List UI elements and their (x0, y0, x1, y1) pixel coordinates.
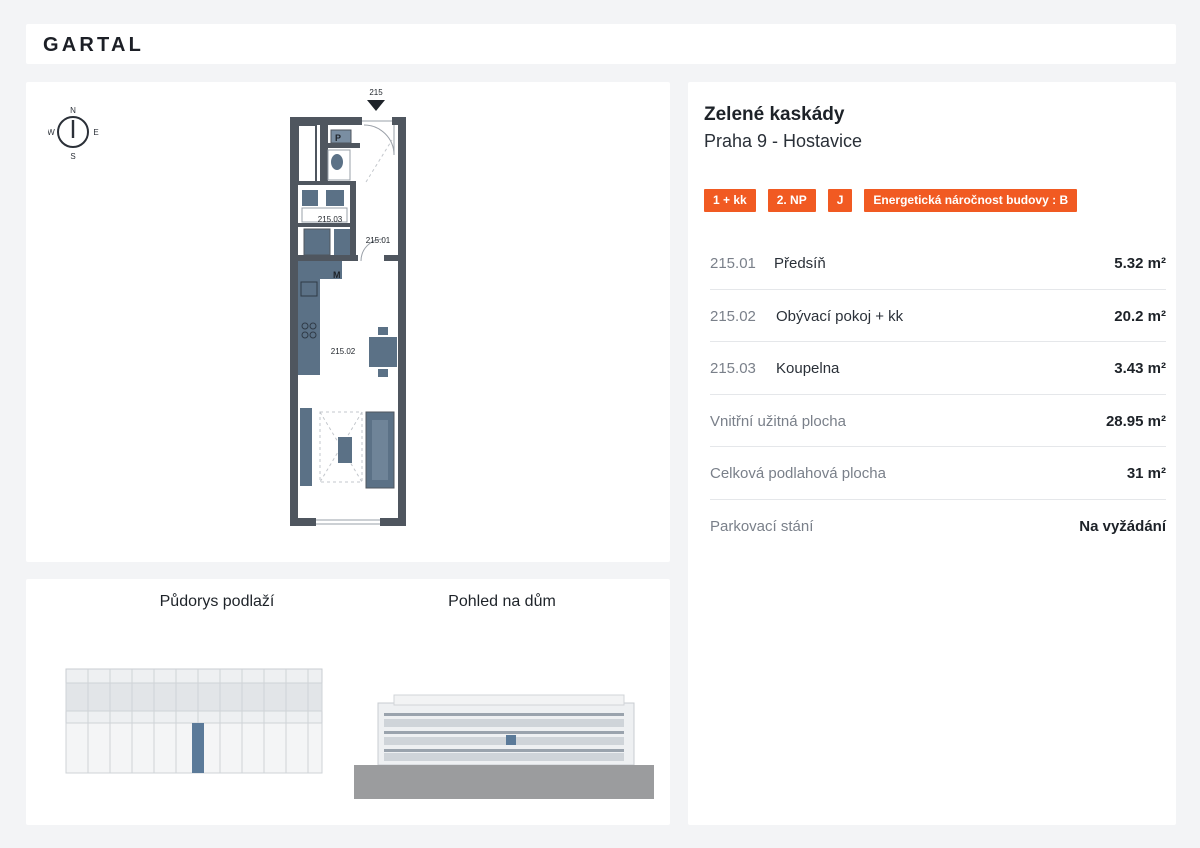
brand-logo[interactable]: GARTAL (43, 34, 144, 57)
summary-row-total-floor-area: Celková podlahová plocha 31 m² (710, 447, 1166, 500)
room-area: 5.32 m² (1114, 255, 1166, 272)
building-views-card: Půdorys podlaží Pohled na dům (26, 579, 670, 825)
room-label-215-02: 215.02 (331, 347, 356, 356)
room-area: 20.2 m² (1114, 307, 1166, 325)
unit-number-label: 215 (369, 88, 383, 97)
unit-highlight-facade (506, 735, 516, 745)
table-row: 215.02 Obývací pokoj + kk 20.2 m² (710, 290, 1166, 342)
summary-value: 28.95 m² (1105, 412, 1166, 430)
summary-value: 31 m² (1126, 465, 1166, 482)
ground-terrain (354, 765, 654, 799)
summary-value: Na vyžádání (1079, 517, 1166, 535)
badge-layout: 1 + kk (704, 189, 756, 212)
badge-orientation: J (827, 189, 853, 212)
unit-info-card: Zelené kaskády Praha 9 - Hostavice 1 + k… (688, 82, 1176, 825)
floor-layout-thumbnail[interactable] (62, 663, 328, 781)
building-facade-thumbnail[interactable] (354, 691, 654, 801)
badge-floor: 2. NP (767, 189, 816, 212)
room-name: Koupelna (776, 360, 840, 377)
header-bar: GARTAL (26, 24, 1176, 64)
table-row: 215.03 Koupelna 3.43 m² (710, 342, 1166, 395)
toilet-mark: P (335, 133, 341, 143)
summary-label: Parkovací stání (710, 517, 814, 535)
room-code: 215.02 (710, 307, 756, 325)
floor-plan-title: Půdorys podlaží (159, 593, 275, 610)
room-code: 215.03 (710, 360, 756, 377)
room-area: 3.43 m² (1114, 360, 1166, 377)
summary-label: Vnitřní užitná plocha (710, 412, 846, 430)
unit-highlight (192, 723, 204, 773)
project-name: Zelené kaskády (704, 104, 845, 125)
badge-energy-rating: Energetická náročnost budovy : B (864, 189, 1078, 212)
summary-row-usable-area: Vnitřní užitná plocha 28.95 m² (710, 395, 1166, 447)
unit-badges: 1 + kk 2. NP J Energetická náročnost bud… (704, 189, 1078, 212)
unit-floor-plan-card: N S E W 215 P 215.03 215.01 M 215.02 (26, 82, 670, 562)
room-code: 215.01 (710, 255, 756, 272)
table-row: 215.01 Předsíň 5.32 m² (710, 237, 1166, 290)
building-view-title: Pohled na dům (448, 593, 556, 610)
room-name: Předsíň (774, 255, 826, 272)
room-name: Obývací pokoj + kk (776, 307, 904, 325)
entrance-arrow-icon (367, 100, 385, 111)
meter-mark: M (333, 270, 341, 280)
summary-label: Celková podlahová plocha (710, 465, 886, 482)
summary-row-parking: Parkovací stání Na vyžádání (710, 500, 1166, 553)
project-location: Praha 9 - Hostavice (704, 131, 863, 151)
apartment-floor-plan: 215 P 215.03 215.01 M 215.02 (290, 88, 406, 526)
room-label-215-01: 215.01 (366, 236, 391, 245)
room-label-215-03: 215.03 (318, 215, 343, 224)
room-area-table: 215.01 Předsíň 5.32 m² 215.02 Obývací po… (710, 237, 1166, 552)
